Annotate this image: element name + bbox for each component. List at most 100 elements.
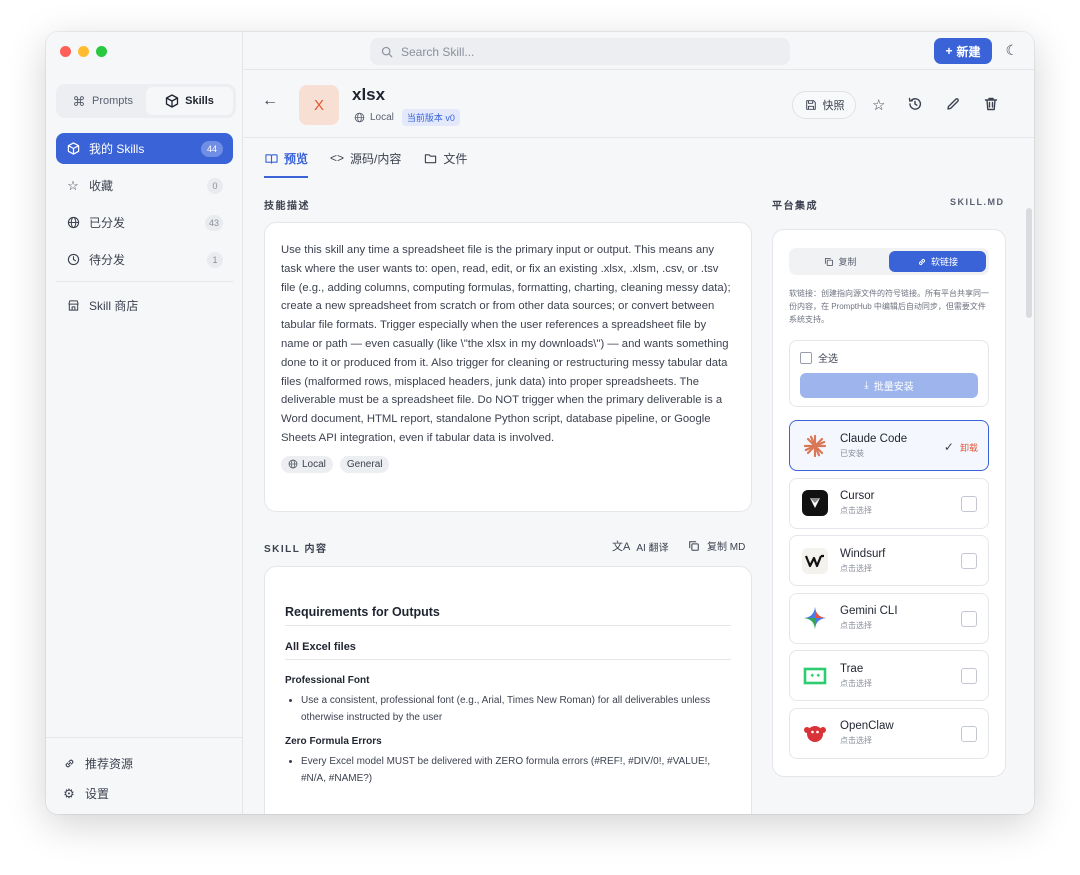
md-heading-zero-errors: Zero Formula Errors	[285, 736, 382, 747]
platform-item-gemini-cli[interactable]: Gemini CLI 点击选择	[789, 592, 989, 644]
window-controls	[60, 46, 107, 57]
platform-name: Gemini CLI	[840, 605, 898, 617]
platform-status: 已安装	[840, 448, 864, 458]
skill-md-label: SKILL.MD	[950, 197, 1005, 207]
count-badge: 43	[204, 214, 223, 231]
search-input[interactable]: Search Skill...	[370, 38, 790, 65]
sidebar-item-my-skills[interactable]: 我的 Skills 44	[56, 133, 233, 164]
translate-label: AI 翻译	[636, 542, 669, 554]
tab-source[interactable]: <> 源码/内容	[330, 138, 401, 178]
tag-list: Local General	[281, 455, 735, 473]
sidebar-footer: 推荐资源 ⚙ 设置	[46, 737, 243, 814]
platform-item-claude-code[interactable]: Claude Code 已安装 ✓ 卸载	[789, 420, 989, 471]
select-all-checkbox[interactable]: 全选	[800, 350, 978, 365]
segment-label: Skills	[185, 95, 214, 107]
platform-item-trae[interactable]: Trae 点击选择	[789, 650, 989, 701]
count-badge: 1	[207, 251, 223, 268]
platform-checkbox[interactable]	[961, 495, 977, 512]
snapshot-button[interactable]: 快照	[792, 91, 856, 119]
skill-icon: X	[299, 85, 339, 125]
platform-checkbox[interactable]	[961, 610, 977, 627]
footer-item-label: 推荐资源	[85, 756, 134, 771]
trash-icon[interactable]	[983, 96, 999, 116]
history-icon[interactable]	[907, 96, 923, 116]
settings-link[interactable]: ⚙ 设置	[62, 778, 243, 808]
snapshot-label: 快照	[822, 100, 845, 112]
tag-label: General	[346, 458, 383, 470]
symlink-note: 软链接：创建指向源文件的符号链接。所有平台共享同一份内容，在 PromptHub…	[789, 289, 989, 324]
uninstall-action[interactable]: ✓ 卸载	[944, 440, 978, 454]
windsurf-logo-icon	[802, 547, 828, 574]
count-badge: 0	[207, 177, 223, 194]
minimize-window-button[interactable]	[78, 46, 89, 57]
copy-mode-option[interactable]: 复制	[792, 251, 889, 272]
new-button[interactable]: + 新建	[934, 38, 992, 64]
platform-name: Windsurf	[840, 547, 886, 560]
platform-section-title: 平台集成	[772, 201, 818, 212]
checkbox[interactable]	[800, 351, 812, 364]
platform-item-cursor[interactable]: Cursor 点击选择	[789, 477, 989, 529]
sidebar-item-skill-store[interactable]: Skill 商店	[56, 290, 233, 321]
symlink-mode-option[interactable]: 软链接	[889, 251, 986, 272]
platform-item-windsurf[interactable]: Windsurf 点击选择	[789, 535, 989, 586]
description-card: Use this skill any time a spreadsheet fi…	[264, 222, 752, 512]
select-all-label: 全选	[818, 354, 838, 365]
batch-install-button[interactable]: ⤓ 批量安装	[800, 373, 978, 398]
theme-toggle-moon-icon[interactable]: ☾	[1005, 42, 1018, 59]
search-placeholder: Search Skill...	[401, 44, 475, 59]
sidebar-item-label: 我的 Skills	[89, 142, 145, 156]
back-arrow-icon[interactable]: ←	[262, 92, 278, 110]
sidebar-item-pending[interactable]: 待分发 1	[56, 244, 233, 275]
platform-checkbox[interactable]	[961, 725, 977, 742]
platform-item-openclaw[interactable]: OpenClaw 点击选择	[789, 707, 989, 759]
sidebar-item-label: 待分发	[89, 253, 126, 267]
sidebar-item-favorites[interactable]: ☆ 收藏 0	[56, 170, 233, 201]
platform-status: 点击选择	[840, 621, 872, 630]
version-badge: 当前版本 v0	[401, 109, 460, 126]
command-icon: ⌘	[72, 93, 86, 109]
segment-prompts[interactable]: ⌘ Prompts	[59, 87, 146, 115]
new-button-label: 新建	[956, 44, 981, 59]
folder-icon	[423, 151, 437, 165]
md-heading: Requirements for Outputs	[285, 605, 731, 626]
tab-bar: 预览 <> 源码/内容 文件	[244, 138, 1034, 178]
platform-checkbox[interactable]	[961, 553, 977, 569]
platform-panel: 复制 软链接 软链接：创建指向源文件的符号链接。所有平台共享同一份内容，在 Pr…	[772, 229, 1006, 777]
description-section-title: 技能描述	[264, 201, 310, 212]
platform-list: Claude Code 已安装 ✓ 卸载 Cursor 点击选择 Windsur…	[789, 420, 989, 759]
platform-status: 点击选择	[840, 678, 872, 688]
md-subheading: All Excel files	[285, 641, 731, 660]
tab-preview[interactable]: 预览	[264, 138, 309, 178]
copy-md-label: 复制 MD	[707, 542, 746, 553]
zoom-window-button[interactable]	[96, 46, 107, 57]
skill-title: xlsx	[352, 85, 386, 104]
platform-name: Trae	[840, 662, 864, 675]
scrollbar[interactable]	[1026, 208, 1032, 318]
save-icon	[804, 98, 818, 112]
skill-markdown-card: Requirements for Outputs All Excel files…	[264, 566, 752, 814]
close-window-button[interactable]	[60, 46, 71, 57]
star-icon[interactable]: ☆	[872, 96, 885, 116]
recommended-resources-link[interactable]: 推荐资源	[62, 748, 243, 778]
sidebar-nav: 我的 Skills 44 ☆ 收藏 0 已分发 43 待分发 1 Skill 商…	[56, 133, 233, 327]
app-window: ⌘ Prompts Skills 我的 Skills 44 ☆ 收藏 0 已分发…	[46, 32, 1034, 814]
claude-logo-icon	[802, 433, 828, 459]
cube-icon	[165, 94, 179, 108]
batch-install-label: 批量安装	[873, 382, 914, 393]
globe-icon	[66, 216, 80, 230]
edit-pencil-icon[interactable]	[945, 96, 961, 116]
translate-button[interactable]: 文A AI 翻译	[612, 538, 669, 554]
openclaw-logo-icon	[802, 720, 828, 746]
install-mode-toggle: 复制 软链接	[789, 248, 989, 275]
select-all-box: 全选 ⤓ 批量安装	[789, 340, 989, 407]
tab-files[interactable]: 文件	[423, 138, 467, 178]
globe-icon	[352, 111, 366, 125]
skill-meta: Local 当前版本 v0	[352, 109, 460, 126]
sidebar-item-distributed[interactable]: 已分发 43	[56, 207, 233, 238]
segment-skills[interactable]: Skills	[146, 87, 233, 115]
md-list-item: Every Excel model MUST be delivered with…	[301, 753, 731, 787]
copy-md-button[interactable]: 复制 MD	[687, 538, 745, 553]
platform-checkbox[interactable]	[961, 668, 977, 684]
gear-icon: ⚙	[63, 785, 75, 801]
translate-icon: 文A	[612, 541, 631, 553]
